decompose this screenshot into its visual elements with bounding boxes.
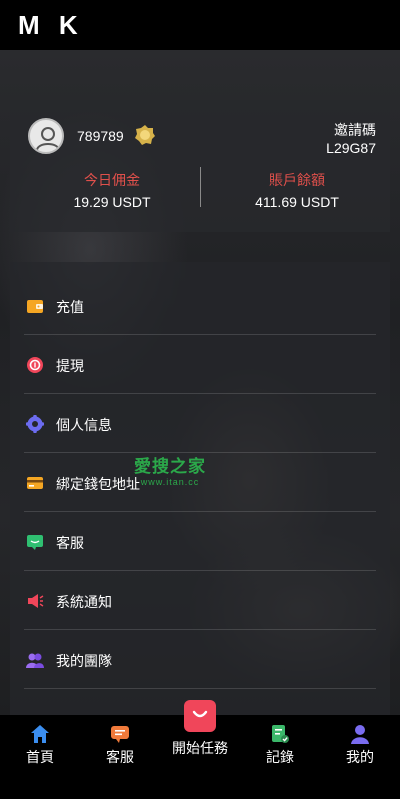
menu-item-label: 客服 <box>56 535 84 551</box>
account-balance: 賬戶餘額 411.69 USDT <box>204 170 390 210</box>
megaphone-icon <box>28 594 44 608</box>
chat-icon <box>27 535 43 550</box>
menu-item-recharge[interactable]: 充值 <box>24 276 376 335</box>
menu-item-label: 綁定錢包地址 <box>56 476 140 492</box>
menu-item-withdraw[interactable]: 提現 <box>24 335 376 394</box>
vip-badge-icon <box>135 125 155 145</box>
top-bar: M K <box>0 0 400 50</box>
account-balance-label: 賬戶餘額 <box>269 172 325 188</box>
card-icon <box>27 477 43 489</box>
menu-list: 充值 提現 個人信息 綁定錢包地址 客服 系統通知 我的團隊 <box>10 262 390 715</box>
menu-item-label: 個人信息 <box>56 417 112 433</box>
team-icon <box>26 653 44 668</box>
avatar[interactable] <box>28 118 64 154</box>
tab-label: 客服 <box>106 749 134 765</box>
menu-item-label: 我的團隊 <box>56 653 112 669</box>
withdraw-icon <box>27 357 43 373</box>
user-icon <box>351 725 369 744</box>
invite-code-label: 邀請碼 <box>334 122 376 138</box>
menu-item-label: 充值 <box>56 299 84 315</box>
record-icon <box>272 725 289 743</box>
today-commission: 今日佣金 19.29 USDT <box>18 170 206 210</box>
chat-icon <box>111 726 129 743</box>
stat-divider <box>200 167 201 207</box>
menu-item-personal-info[interactable]: 個人信息 <box>24 394 376 453</box>
bottom-tab-bar: 首頁 客服 開始任務 記錄 我的 <box>0 700 400 799</box>
tab-label: 我的 <box>346 749 374 765</box>
menu-item-bind-wallet[interactable]: 綁定錢包地址 <box>24 453 376 512</box>
account-balance-value: 411.69 USDT <box>255 194 339 210</box>
tab-mine[interactable]: 我的 <box>320 715 400 799</box>
tab-label: 記錄 <box>266 749 294 765</box>
today-commission-value: 19.29 USDT <box>73 194 151 210</box>
bag-icon <box>184 700 216 732</box>
menu-item-label: 提現 <box>56 358 84 374</box>
home-icon <box>31 725 49 743</box>
tab-records[interactable]: 記錄 <box>240 715 320 799</box>
menu-item-system-notice[interactable]: 系統通知 <box>24 571 376 630</box>
app-logo: M K <box>18 10 84 40</box>
tab-customer-service[interactable]: 客服 <box>80 715 160 799</box>
menu-item-my-team[interactable]: 我的團隊 <box>24 630 376 689</box>
settings-icon <box>26 415 44 433</box>
menu-item-customer-service[interactable]: 客服 <box>24 512 376 571</box>
tab-label: 開始任務 <box>172 740 228 756</box>
tab-label: 首頁 <box>26 749 54 765</box>
profile-card: 789789 邀請碼 L29G87 今日佣金 19.29 USDT 賬戶餘額 4… <box>10 100 390 232</box>
today-commission-label: 今日佣金 <box>84 172 140 188</box>
invite-code-value[interactable]: L29G87 <box>326 140 376 156</box>
menu-item-label: 系統通知 <box>56 594 112 610</box>
tab-home[interactable]: 首頁 <box>0 715 80 799</box>
user-avatar-icon <box>36 127 60 151</box>
wallet-icon <box>27 300 43 313</box>
username: 789789 <box>77 128 124 144</box>
tab-start-task[interactable]: 開始任務 <box>160 700 240 799</box>
